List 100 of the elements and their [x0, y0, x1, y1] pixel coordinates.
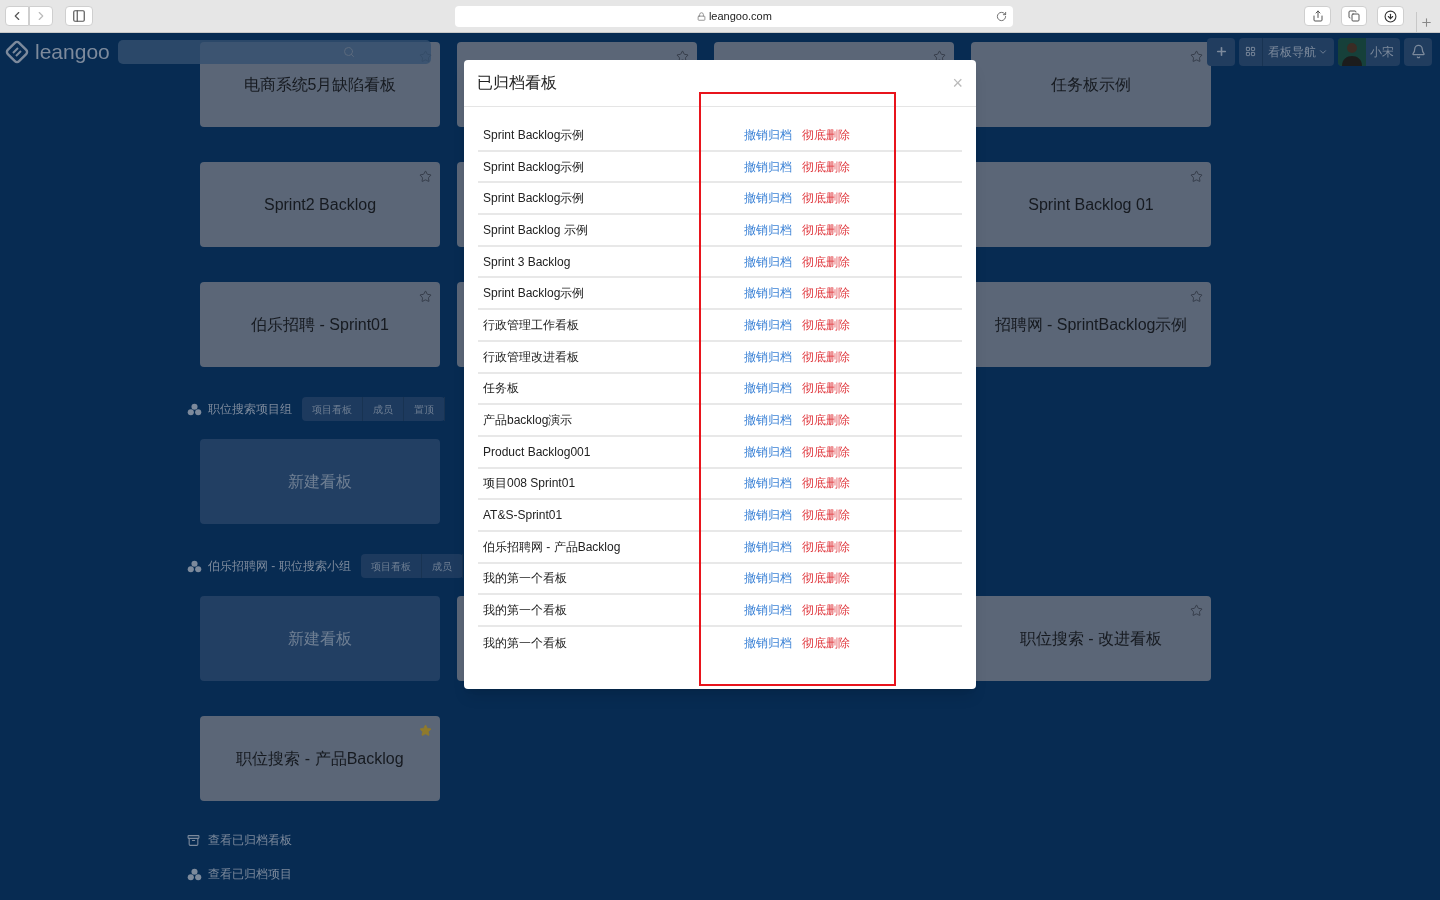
- restore-link[interactable]: 撤销归档: [744, 189, 792, 208]
- board-name: 项目008 Sprint01: [482, 475, 577, 493]
- footer-link[interactable]: 查看已归档项目: [208, 865, 292, 883]
- board-name: 我的第一个看板: [482, 634, 568, 652]
- card-title: 新建看板: [288, 628, 352, 649]
- restore-link[interactable]: 撤销归档: [744, 379, 792, 398]
- board-card[interactable]: 职位搜索 - 产品Backlog: [200, 716, 440, 801]
- tabs-button[interactable]: [1340, 6, 1368, 26]
- delete-link[interactable]: 彻底删除: [802, 569, 850, 588]
- board-name: 任务板: [482, 380, 520, 398]
- board-nav-button[interactable]: 看板导航: [1239, 37, 1334, 66]
- group-tab[interactable]: 置顶: [404, 397, 445, 421]
- sidebar-icon: [72, 9, 87, 23]
- restore-link[interactable]: 撤销归档: [744, 601, 792, 620]
- logo-text: leangoo: [35, 38, 110, 65]
- group-icon: [187, 559, 202, 573]
- footer-link[interactable]: 查看已归档看板: [208, 831, 292, 849]
- restore-link[interactable]: 撤销归档: [744, 506, 792, 525]
- board-name: 我的第一个看板: [482, 570, 568, 588]
- delete-link[interactable]: 彻底删除: [802, 157, 850, 176]
- dialog-title: 已归档看板: [477, 73, 557, 93]
- delete-link[interactable]: 彻底删除: [802, 220, 850, 239]
- group-tab[interactable]: 项目看板: [302, 397, 363, 421]
- star-icon[interactable]: [1190, 604, 1203, 617]
- star-icon[interactable]: [1190, 290, 1203, 303]
- delete-link[interactable]: 彻底删除: [802, 379, 850, 398]
- address-bar[interactable]: leangoo.com: [455, 5, 1014, 27]
- avatar-icon: [1338, 37, 1366, 66]
- user-button[interactable]: 小宋: [1338, 37, 1400, 66]
- card-title: Sprint2 Backlog: [263, 194, 377, 215]
- delete-link[interactable]: 彻底删除: [802, 411, 850, 430]
- restore-link[interactable]: 撤销归档: [744, 633, 792, 652]
- board-card[interactable]: 伯乐招聘 - Sprint01: [200, 282, 440, 367]
- sidebar-button[interactable]: [65, 6, 94, 26]
- star-icon[interactable]: [1190, 170, 1203, 183]
- group-tab[interactable]: 成员: [421, 554, 463, 578]
- search-field[interactable]: [117, 39, 431, 64]
- delete-link[interactable]: 彻底删除: [802, 284, 850, 303]
- delete-link[interactable]: 彻底删除: [802, 315, 850, 334]
- share-button[interactable]: [1304, 6, 1331, 26]
- star-icon[interactable]: [419, 724, 432, 737]
- tabs-icon: [1348, 10, 1361, 22]
- lock-icon: [696, 11, 706, 21]
- restore-link[interactable]: 撤销归档: [744, 569, 792, 588]
- card-title: Sprint Backlog 01: [1028, 194, 1154, 215]
- new-board-card[interactable]: 新建看板: [200, 596, 440, 681]
- board-card[interactable]: 任务板示例: [971, 42, 1211, 127]
- restore-link[interactable]: 撤销归档: [744, 411, 792, 430]
- share-icon: [1311, 10, 1324, 22]
- group-title: 伯乐招聘网 - 职位搜索小组: [208, 558, 351, 575]
- board-name: 产品backlog演示: [482, 412, 574, 430]
- plus-icon: [1214, 45, 1228, 58]
- delete-link[interactable]: 彻底删除: [802, 601, 850, 620]
- delete-link[interactable]: 彻底删除: [802, 189, 850, 208]
- delete-link[interactable]: 彻底删除: [802, 252, 850, 271]
- archive-icon: [187, 833, 200, 847]
- bell-icon: [1410, 44, 1426, 59]
- restore-link[interactable]: 撤销归档: [744, 347, 792, 366]
- restore-link[interactable]: 撤销归档: [744, 125, 792, 144]
- group-icon: [187, 402, 202, 416]
- restore-link[interactable]: 撤销归档: [744, 315, 792, 334]
- plus-icon: [1419, 15, 1433, 29]
- restore-link[interactable]: 撤销归档: [744, 252, 792, 271]
- logo-icon: [5, 39, 29, 64]
- group-tab[interactable]: 项目看板: [360, 554, 422, 578]
- url-text: leangoo.com: [708, 8, 772, 24]
- group-tab[interactable]: 成员: [363, 397, 404, 421]
- star-icon[interactable]: [1190, 50, 1203, 63]
- reload-icon[interactable]: [996, 10, 1008, 22]
- card-title: 任务板示例: [1051, 74, 1131, 95]
- back-button[interactable]: [5, 6, 29, 26]
- restore-link[interactable]: 撤销归档: [744, 474, 792, 493]
- board-name: Sprint Backlog示例: [482, 158, 586, 176]
- restore-link[interactable]: 撤销归档: [744, 537, 792, 556]
- delete-link[interactable]: 彻底删除: [802, 633, 850, 652]
- delete-link[interactable]: 彻底删除: [802, 125, 850, 144]
- board-name: Sprint Backlog示例: [482, 126, 586, 144]
- forward-button[interactable]: [29, 6, 53, 26]
- search-icon[interactable]: [343, 45, 356, 58]
- notification-button[interactable]: [1404, 37, 1432, 66]
- star-icon[interactable]: [676, 50, 689, 63]
- delete-link[interactable]: 彻底删除: [802, 506, 850, 525]
- restore-link[interactable]: 撤销归档: [744, 442, 792, 461]
- star-icon[interactable]: [419, 170, 432, 183]
- board-card[interactable]: Sprint2 Backlog: [200, 162, 440, 247]
- star-icon[interactable]: [933, 50, 946, 63]
- download-button[interactable]: [1377, 6, 1404, 26]
- download-icon: [1384, 9, 1398, 23]
- delete-link[interactable]: 彻底删除: [802, 347, 850, 366]
- delete-link[interactable]: 彻底删除: [802, 537, 850, 556]
- add-button[interactable]: [1207, 37, 1235, 66]
- delete-link[interactable]: 彻底删除: [802, 474, 850, 493]
- restore-link[interactable]: 撤销归档: [744, 220, 792, 239]
- card-title: 电商系统5月缺陷看板: [243, 74, 397, 95]
- star-icon[interactable]: [419, 290, 432, 303]
- restore-link[interactable]: 撤销归档: [744, 284, 792, 303]
- card-title: 招聘网 - SprintBacklog示例: [994, 314, 1188, 335]
- new-board-card[interactable]: 新建看板: [200, 439, 440, 524]
- restore-link[interactable]: 撤销归档: [744, 157, 792, 176]
- delete-link[interactable]: 彻底删除: [802, 442, 850, 461]
